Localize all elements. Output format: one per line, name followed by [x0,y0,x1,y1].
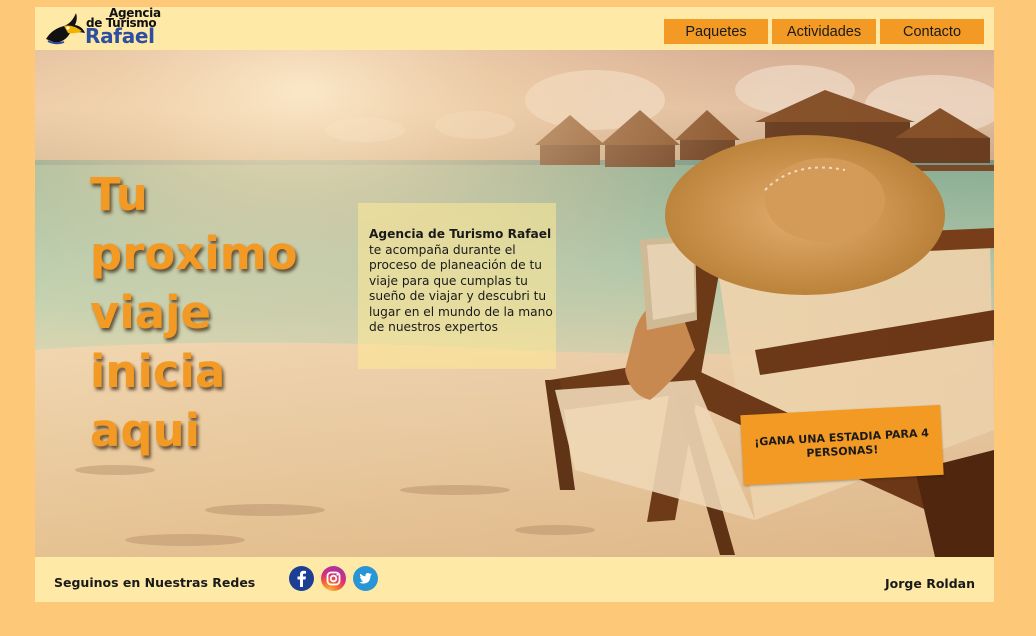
nav-contacto[interactable]: Contacto [880,19,984,44]
intro-brand: Agencia de Turismo Rafael [369,227,552,241]
headline-line: inicia [90,345,226,398]
instagram-icon[interactable] [321,566,346,591]
headline-line: viaje [90,286,212,339]
headline-line: Tu [90,168,148,221]
author-name: Jorge Roldan [885,576,975,591]
site-header: Agencia de Turismo Rafael Paquetes Activ… [35,6,994,50]
facebook-icon[interactable] [289,566,314,591]
nav-paquetes[interactable]: Paquetes [664,19,768,44]
headline-line: aqui [90,404,201,457]
toucan-icon [46,13,85,45]
social-links [289,566,378,591]
promo-label: ¡GANA UNA ESTADIA PARA 4 PERSONAS! [753,426,930,460]
headline-line: proximo [90,227,298,280]
follow-label: Seguinos en Nuestras Redes [54,575,256,590]
nav-actividades[interactable]: Actividades [772,19,876,44]
main-nav: Paquetes Actividades Contacto [664,19,984,44]
intro-body: te acompaña durante el proceso de planea… [369,242,553,335]
brand-line3: Rafael [85,24,155,48]
hero-headline: Tu proximo viaje inicia aqui [90,165,390,460]
site-footer: Seguinos en Nuestras Redes Jorge Roldan [35,557,994,602]
page-container: Agencia de Turismo Rafael Paquetes Activ… [35,6,994,602]
hero-banner: Tu proximo viaje inicia aqui Agencia de … [35,50,994,557]
promo-button[interactable]: ¡GANA UNA ESTADIA PARA 4 PERSONAS! [740,404,944,486]
intro-text: Agencia de Turismo Rafael te acompaña du… [369,227,554,336]
twitter-icon[interactable] [353,566,378,591]
brand-logo[interactable]: Agencia de Turismo Rafael [42,6,162,50]
intro-box: Agencia de Turismo Rafael te acompaña du… [358,203,556,369]
